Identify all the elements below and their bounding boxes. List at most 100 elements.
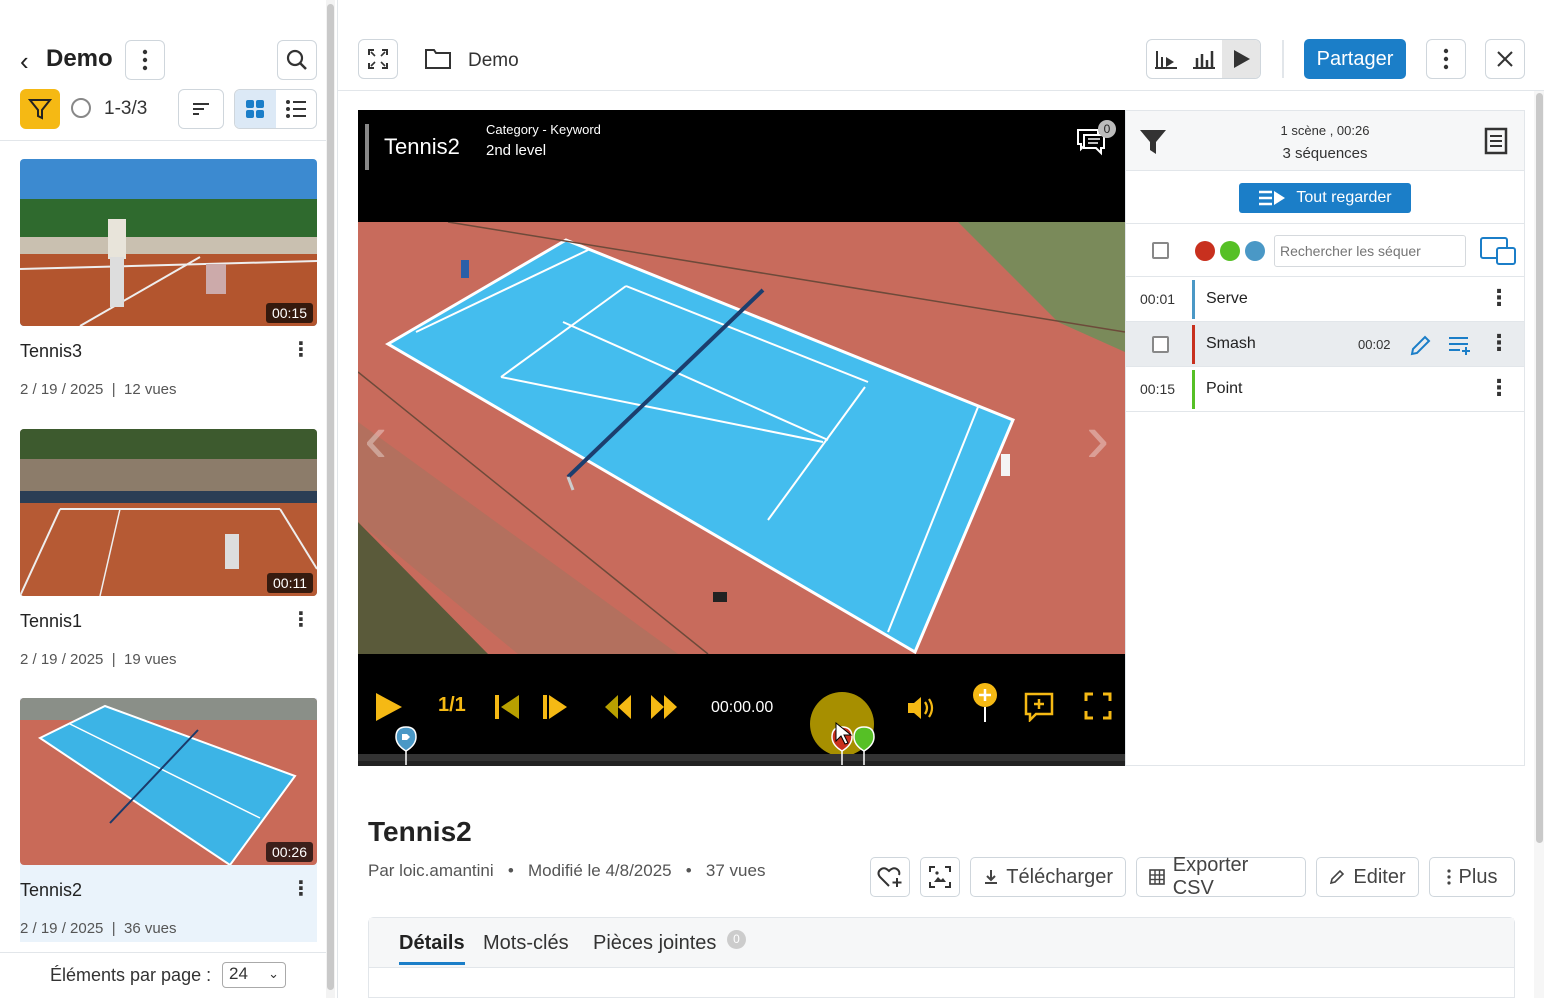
thumbnail-button[interactable]: [920, 857, 960, 897]
filter-button[interactable]: [20, 89, 60, 129]
card-menu-icon[interactable]: ⋮: [291, 337, 311, 362]
sequence-name: Smash: [1206, 335, 1256, 352]
expand-button[interactable]: [358, 39, 398, 79]
add-marker-icon[interactable]: [970, 682, 1000, 724]
video-thumbnail[interactable]: 00:11: [20, 429, 317, 596]
prev-arrow-icon[interactable]: ‹: [364, 398, 387, 478]
sequence-menu-icon[interactable]: ⋮: [1488, 375, 1510, 401]
video-card[interactable]: 00:15 Tennis3 ⋮ 2 / 19 / 2025 | 12 vues: [20, 159, 317, 409]
sequence-row-point[interactable]: 00:15 Point ⋮: [1126, 367, 1524, 412]
card-menu-icon[interactable]: ⋮: [291, 607, 311, 632]
edit-pencil-icon[interactable]: [1409, 333, 1433, 357]
sequence-menu-icon[interactable]: ⋮: [1488, 285, 1510, 311]
video-thumbnail[interactable]: 00:15: [20, 159, 317, 326]
sequence-duration: 00:02: [1358, 337, 1391, 352]
sequence-row-smash[interactable]: Smash 00:02 ⋮: [1126, 322, 1524, 367]
comments-button[interactable]: 0: [1076, 120, 1116, 161]
document-list-icon[interactable]: [1484, 127, 1508, 155]
sequence-search-input[interactable]: [1274, 235, 1466, 267]
attachments-badge: 0: [727, 930, 746, 949]
main-scrollbar[interactable]: [1534, 91, 1544, 998]
sequence-name: Point: [1206, 380, 1243, 397]
sort-icon: [193, 103, 209, 115]
left-scrollbar[interactable]: [326, 0, 335, 998]
video-card-selected[interactable]: 00:26 Tennis2 ⋮ 2 / 19 / 2025 | 36 vues: [20, 698, 317, 942]
left-scrollbar-thumb[interactable]: [327, 4, 334, 990]
video-card[interactable]: 00:11 Tennis1 ⋮ 2 / 19 / 2025 | 19 vues: [20, 429, 317, 679]
grid-view-button[interactable]: [235, 90, 276, 128]
volume-icon[interactable]: [906, 694, 936, 722]
view-mode-toggle: [1146, 39, 1261, 79]
player-view-button[interactable]: [1222, 40, 1260, 78]
sequence-menu-icon[interactable]: ⋮: [1488, 330, 1510, 356]
sequence-row-serve[interactable]: 00:01 Serve ⋮: [1126, 277, 1524, 322]
main-scrollbar-thumb[interactable]: [1536, 93, 1543, 843]
left-divider: [0, 140, 326, 141]
fast-forward-icon[interactable]: [649, 694, 679, 720]
folder-menu-button[interactable]: [125, 40, 165, 80]
close-button[interactable]: [1485, 39, 1525, 79]
view-toggle: [234, 89, 317, 129]
tennis-stadium-thumbnail: [20, 429, 317, 596]
filter-icon: [28, 99, 52, 120]
rewind-icon[interactable]: [603, 694, 633, 720]
add-to-playlist-icon[interactable]: [1448, 335, 1472, 355]
video-detail-title: Tennis2: [368, 816, 472, 847]
card-title[interactable]: Tennis1: [20, 611, 82, 632]
sequence-checkbox[interactable]: [1152, 336, 1169, 353]
video-thumbnail[interactable]: 00:26: [20, 698, 317, 865]
add-comment-icon[interactable]: [1024, 692, 1054, 722]
bar-chart-icon: [1192, 51, 1215, 69]
card-title[interactable]: Tennis2: [20, 880, 82, 901]
color-filter-red[interactable]: [1195, 241, 1215, 261]
per-page-select[interactable]: 24 ⌄: [222, 962, 286, 988]
speed-button[interactable]: 1/1: [438, 694, 466, 717]
duration-badge: 00:11: [267, 573, 313, 593]
tab-details[interactable]: Détails: [399, 932, 465, 965]
sequences-filter-bar: [1126, 223, 1524, 277]
sort-button[interactable]: [178, 89, 224, 129]
list-view-button[interactable]: [276, 90, 317, 128]
select-all-sequences-checkbox[interactable]: [1152, 242, 1169, 259]
kebab-icon: [1443, 48, 1449, 70]
favorite-button[interactable]: [870, 857, 910, 897]
view-count: 37 vues: [705, 861, 766, 880]
color-filter-green[interactable]: [1220, 241, 1240, 261]
sequence-name: Serve: [1206, 290, 1248, 307]
image-frame-icon: [929, 866, 951, 888]
sequence-marker-icon[interactable]: [394, 725, 418, 765]
close-icon: [1497, 51, 1513, 67]
more-options-button[interactable]: [1426, 39, 1466, 79]
folder-title: Demo: [46, 45, 113, 72]
video-player[interactable]: Tennis2 Category - Keyword 2nd level 0 ‹…: [358, 110, 1125, 766]
timeline-view-button[interactable]: [1147, 40, 1185, 78]
more-button[interactable]: Plus: [1429, 857, 1515, 897]
sequences-panel: 1 scène , 00:26 3 séquences Tout regarde…: [1125, 110, 1525, 766]
share-button[interactable]: Partager: [1304, 39, 1406, 79]
fullscreen-icon[interactable]: [1084, 692, 1112, 720]
step-forward-icon[interactable]: [541, 694, 569, 720]
next-arrow-icon[interactable]: ›: [1086, 398, 1109, 478]
edit-button[interactable]: Editer: [1316, 857, 1419, 897]
card-title[interactable]: Tennis3: [20, 341, 82, 362]
edit-label: Editer: [1353, 865, 1406, 888]
stats-view-button[interactable]: [1185, 40, 1223, 78]
select-all-checkbox[interactable]: [71, 98, 91, 118]
export-csv-button[interactable]: Exporter CSV: [1136, 854, 1306, 899]
download-button[interactable]: Télécharger: [970, 857, 1126, 897]
tab-attachments[interactable]: Pièces jointes: [593, 932, 716, 955]
back-arrow-icon[interactable]: ‹: [20, 46, 29, 77]
breadcrumb-folder[interactable]: Demo: [468, 50, 519, 72]
search-button[interactable]: [277, 40, 317, 80]
step-back-icon[interactable]: [493, 694, 521, 720]
watch-all-button[interactable]: Tout regarder: [1239, 183, 1411, 213]
details-tabs: Détails Mots-clés Pièces jointes 0: [368, 917, 1515, 998]
color-filter-blue[interactable]: [1245, 241, 1265, 261]
card-menu-icon[interactable]: ⋮: [291, 876, 311, 901]
export-csv-label: Exporter CSV: [1172, 854, 1249, 899]
play-button[interactable]: [374, 692, 404, 722]
compare-screens-icon[interactable]: [1479, 236, 1517, 268]
author: Par loic.amantini: [368, 861, 494, 880]
tab-keywords[interactable]: Mots-clés: [483, 932, 569, 955]
video-title: Tennis2: [384, 134, 460, 159]
